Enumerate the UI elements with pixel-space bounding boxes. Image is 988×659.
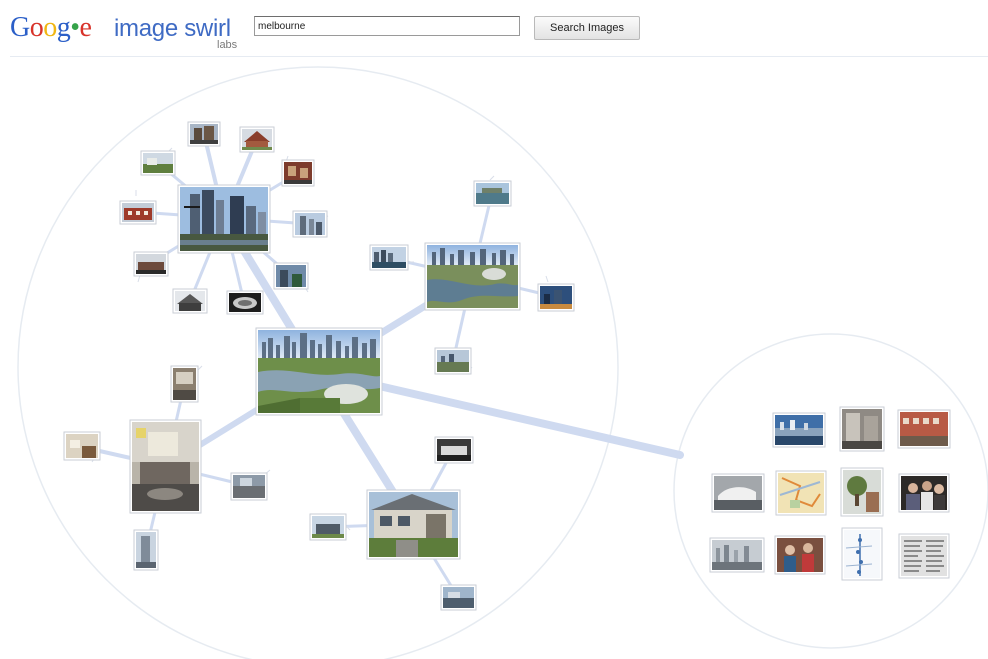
leaf-image[interactable] bbox=[239, 126, 275, 153]
related-image[interactable] bbox=[774, 535, 826, 575]
leaf-image[interactable] bbox=[140, 150, 176, 176]
leaf-image[interactable] bbox=[170, 365, 199, 403]
leaf-image[interactable] bbox=[230, 472, 268, 501]
leaf-image[interactable] bbox=[440, 584, 477, 611]
related-image[interactable] bbox=[709, 537, 765, 573]
leaf-image[interactable] bbox=[292, 210, 328, 238]
leaf-image[interactable] bbox=[63, 431, 101, 461]
related-image[interactable] bbox=[711, 473, 765, 513]
image-swirl-page: Goog•e image swirl labs Search Images bbox=[0, 0, 988, 659]
related-image[interactable] bbox=[775, 470, 827, 516]
leaf-image[interactable] bbox=[133, 251, 169, 277]
leaf-image[interactable] bbox=[281, 159, 315, 187]
leaf-image[interactable] bbox=[187, 121, 221, 147]
related-image[interactable] bbox=[840, 467, 884, 517]
image-swirl-graph bbox=[17, 66, 988, 659]
leaf-image[interactable] bbox=[473, 180, 512, 207]
leaf-image[interactable] bbox=[537, 283, 575, 312]
leaf-image[interactable] bbox=[119, 200, 157, 225]
house-cluster-image[interactable] bbox=[366, 489, 461, 560]
leaf-image[interactable] bbox=[133, 529, 159, 571]
city-towers-cluster-image[interactable] bbox=[177, 184, 271, 254]
leaf-image[interactable] bbox=[434, 436, 474, 464]
leaf-image[interactable] bbox=[309, 513, 347, 541]
related-image[interactable] bbox=[898, 473, 950, 513]
leaf-image[interactable] bbox=[273, 262, 309, 290]
related-image[interactable] bbox=[897, 409, 951, 449]
hotel-room-cluster-image[interactable] bbox=[129, 419, 202, 514]
related-image[interactable] bbox=[841, 527, 883, 581]
leaf-image[interactable] bbox=[226, 290, 264, 315]
city-aerial-cluster-image[interactable] bbox=[424, 242, 521, 311]
related-image[interactable] bbox=[898, 533, 950, 579]
related-image[interactable] bbox=[772, 412, 826, 448]
leaf-image[interactable] bbox=[434, 347, 472, 375]
main-cluster-image[interactable] bbox=[255, 327, 383, 416]
leaf-image[interactable] bbox=[369, 244, 409, 271]
related-image[interactable] bbox=[839, 406, 885, 452]
leaf-image[interactable] bbox=[172, 288, 208, 314]
